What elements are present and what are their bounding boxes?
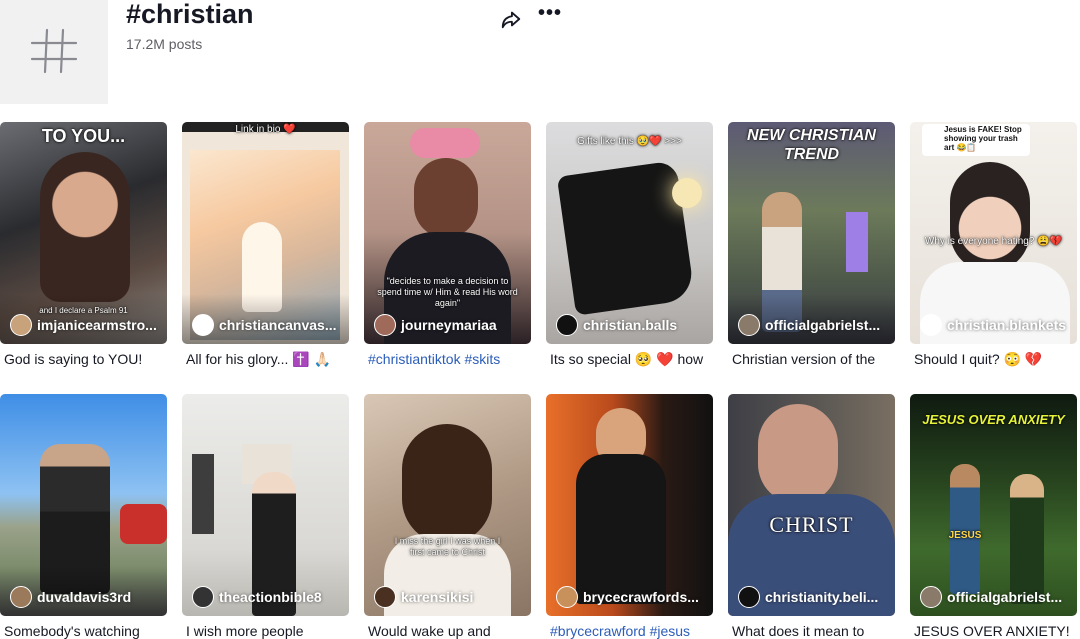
candle-glow	[672, 178, 702, 208]
video-author[interactable]: theactionbible8	[192, 586, 322, 608]
avatar	[738, 586, 760, 608]
hashtag-icon	[30, 28, 78, 74]
avatar	[556, 586, 578, 608]
hashtag-header: #christian 17.2M posts •••	[0, 0, 1080, 110]
video-image	[402, 424, 492, 544]
video-caption[interactable]: JESUS OVER ANXIETY!	[914, 623, 1079, 639]
avatar	[374, 586, 396, 608]
video-caption[interactable]: All for his glory... ✝️ 🙏🏻	[186, 351, 351, 368]
avatar	[374, 314, 396, 336]
video-caption[interactable]: Its so special 🥺 ❤️ how	[550, 351, 715, 368]
video-author[interactable]: imjanicearmstro...	[10, 314, 157, 336]
video-overlay-text: Gifts like this 🥹❤️ >>>	[577, 136, 682, 147]
avatar	[920, 586, 942, 608]
avatar	[192, 586, 214, 608]
light-strip	[846, 212, 868, 272]
video-caption[interactable]: God is saying to YOU!	[4, 351, 169, 367]
avatar	[738, 314, 760, 336]
video-author[interactable]: christian.balls	[556, 314, 677, 336]
video-thumbnail[interactable]: Jesus is FAKE! Stop showing your trash a…	[910, 122, 1077, 344]
video-author[interactable]: officialgabrielst...	[920, 586, 1062, 608]
video-caption[interactable]: I wish more people	[186, 623, 351, 639]
video-thumbnail[interactable]: I miss the girl I was when I first came …	[364, 394, 531, 616]
avatar	[920, 314, 942, 336]
video-sub-overlay: I miss the girl I was when I first came …	[394, 536, 501, 557]
hair-bow	[410, 128, 480, 158]
hashtag-avatar	[0, 0, 108, 104]
video-thumbnail[interactable]: duvaldavis3rd	[0, 394, 167, 616]
video-sub-overlay: "decides to make a decision to spend tim…	[377, 276, 518, 308]
avatar	[556, 314, 578, 336]
video-image	[576, 454, 666, 604]
video-thumbnail[interactable]: JESUS OVER ANXIETY JESUS officialgabriel…	[910, 394, 1077, 616]
video-thumbnail[interactable]: TO YOU... and I declare a Psalm 91 imjan…	[0, 122, 167, 344]
video-author[interactable]: christiancanvas...	[192, 314, 337, 336]
person	[1010, 474, 1044, 604]
page-title: #christian	[126, 0, 254, 29]
video-author[interactable]: journeymariaa	[374, 314, 497, 336]
video-author[interactable]: karensikisi	[374, 586, 473, 608]
video-image	[414, 158, 478, 238]
video-overlay-text: Link in bio ❤️	[235, 124, 296, 135]
dark-door	[192, 454, 214, 534]
video-thumbnail[interactable]: brycecrawfords...	[546, 394, 713, 616]
avatar	[192, 314, 214, 336]
video-author[interactable]: brycecrawfords...	[556, 586, 699, 608]
video-author[interactable]: christianity.beli...	[738, 586, 878, 608]
video-image	[950, 162, 1030, 272]
video-sub-overlay: Why is everyone hating? 😩💔	[924, 236, 1063, 247]
video-thumbnail[interactable]: NEW CHRISTIAN TREND officialgabrielst...	[728, 122, 895, 344]
video-caption[interactable]: #brycecrawford #jesus	[550, 623, 715, 639]
video-author[interactable]: christian.blankets	[920, 314, 1066, 336]
avatar	[10, 314, 32, 336]
avatar	[10, 586, 32, 608]
video-author[interactable]: officialgabrielst...	[738, 314, 880, 336]
video-overlay-text: CHRIST	[769, 512, 854, 537]
video-thumbnail[interactable]: "decides to make a decision to spend tim…	[364, 122, 531, 344]
video-overlay-text: NEW CHRISTIAN TREND	[747, 127, 876, 163]
video-caption[interactable]: Should I quit? 😳 💔	[914, 351, 1079, 368]
video-image	[40, 152, 130, 302]
video-sub-overlay: JESUS	[948, 530, 982, 541]
post-count: 17.2M posts	[126, 36, 203, 52]
video-author[interactable]: duvaldavis3rd	[10, 586, 131, 608]
video-overlay-text: JESUS OVER ANXIETY	[922, 412, 1065, 427]
share-icon[interactable]	[500, 8, 522, 30]
red-car	[120, 504, 167, 544]
video-caption[interactable]: Christian version of the	[732, 351, 897, 367]
more-icon[interactable]: •••	[538, 2, 562, 25]
video-thumbnail[interactable]: Link in bio ❤️ christiancanvas...	[182, 122, 349, 344]
video-caption[interactable]: #christiantiktok #skits	[368, 351, 533, 367]
video-overlay-text: Jesus is FAKE! Stop showing your trash a…	[944, 125, 1022, 152]
video-thumbnail[interactable]: Gifts like this 🥹❤️ >>> christian.balls	[546, 122, 713, 344]
video-caption[interactable]: What does it mean to	[732, 623, 897, 639]
video-caption[interactable]: Somebody's watching	[4, 623, 169, 639]
video-image	[950, 464, 980, 594]
video-thumbnail[interactable]: CHRIST christianity.beli...	[728, 394, 895, 616]
video-thumbnail[interactable]: theactionbible8	[182, 394, 349, 616]
video-caption[interactable]: Would wake up and	[368, 623, 533, 639]
video-overlay-text: TO YOU...	[41, 126, 126, 146]
head	[758, 404, 838, 504]
